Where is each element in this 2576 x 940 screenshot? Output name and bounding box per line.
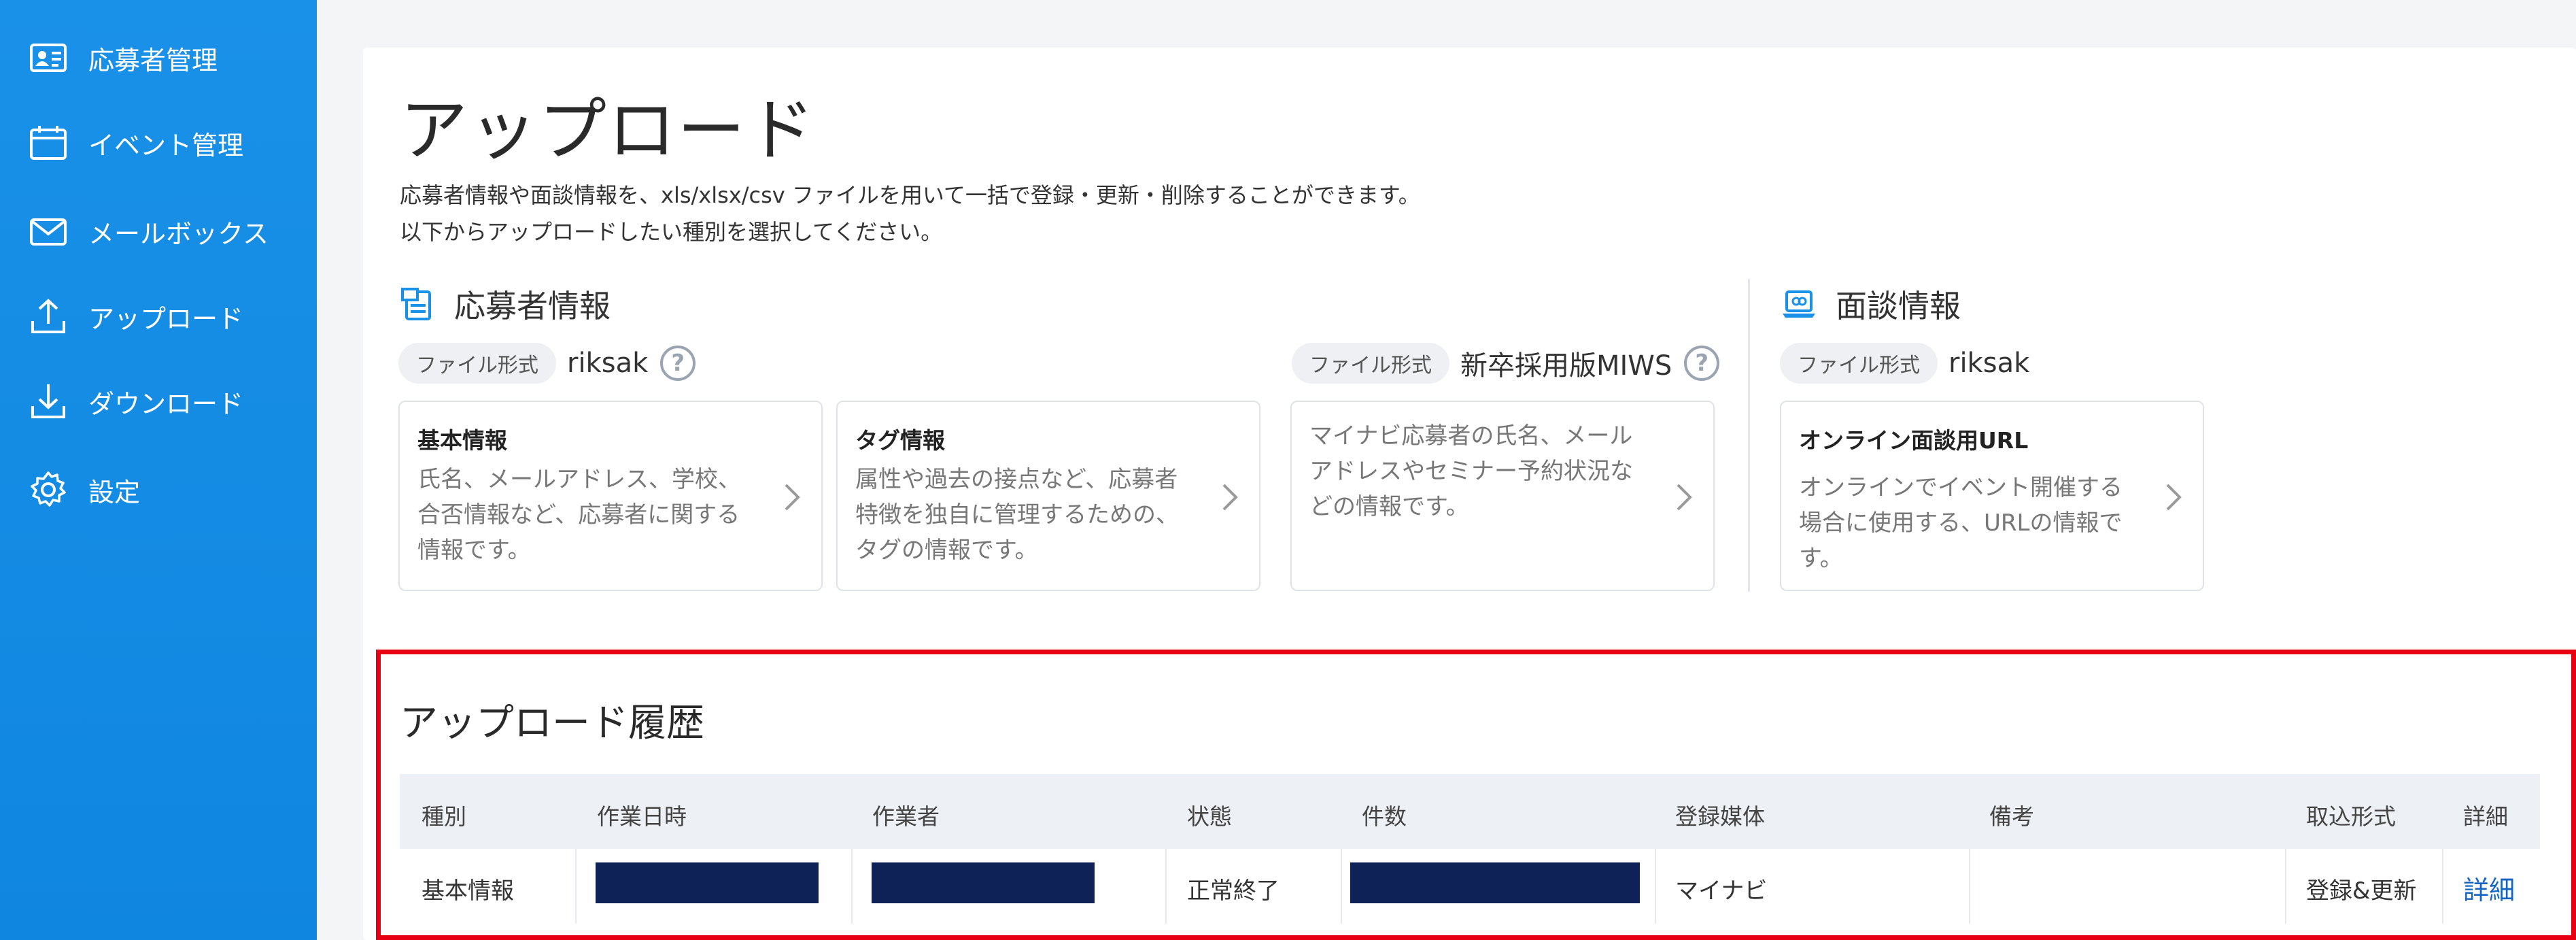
redacted-operator (872, 862, 1095, 903)
help-icon[interactable]: ? (1684, 346, 1720, 381)
file-format-value: riksak (567, 348, 649, 379)
sidebar-item-applicants[interactable]: 応募者管理 (0, 20, 317, 95)
upload-icon (27, 295, 69, 337)
document-icon (401, 288, 431, 320)
card-title: オンライン面談用URL (1799, 427, 2029, 454)
card-description: オンラインでイベント開催する 場合に使用する、URLの情報で す。 (1799, 474, 2123, 572)
column-header-type: 種別 (422, 803, 466, 830)
chevron-right-icon (2166, 484, 2182, 511)
column-separator (2442, 849, 2443, 924)
interview-section-header: 面談情報 (1781, 282, 1961, 326)
sidebar-item-label: ダウンロード (88, 388, 244, 419)
laptop-link-icon (1783, 290, 1815, 318)
sidebar-item-label: アップロード (88, 303, 244, 334)
column-header-media: 登録媒体 (1675, 803, 1765, 830)
file-format-label: ファイル形式 (1780, 343, 1938, 384)
card-description: 属性や過去の接点など、応募者 特徴を独自に管理するための、 タグの情報です。 (855, 466, 1179, 564)
file-format-row: ファイル形式 新卒採用版MIWS ? (1292, 343, 1720, 384)
upload-card-mynavi[interactable]: マイナビ応募者の氏名、メール アドレスやセミナー予約状況な どの情報です。 (1290, 401, 1715, 591)
chevron-right-icon (1222, 484, 1238, 511)
page-title: アップロード (400, 90, 816, 170)
gear-icon (27, 469, 69, 511)
column-separator (1165, 849, 1167, 924)
file-format-row: ファイル形式 riksak ? (398, 343, 696, 384)
history-table-header: 種別 作業日時 作業者 状態 件数 登録媒体 備考 取込形式 詳細 (400, 774, 2540, 849)
table-row: 基本情報 正常終了 マイナビ 登録&更新 詳細 (400, 849, 2540, 924)
applicant-section-header: 応募者情報 (400, 282, 611, 326)
history-title: アップロード履歴 (400, 701, 704, 745)
sidebar-item-download[interactable]: ダウンロード (0, 364, 317, 439)
sidebar-item-label: 設定 (88, 477, 141, 507)
detail-link[interactable]: 詳細 (2463, 869, 2515, 907)
chevron-right-icon (785, 484, 800, 511)
page-description: 応募者情報や面談情報を、xls/xlsx/csv ファイルを用いて一括で登録・更… (400, 182, 1420, 208)
column-header-datetime: 作業日時 (597, 803, 687, 830)
cell-type: 基本情報 (422, 877, 514, 905)
applicant-card-icon (27, 37, 69, 79)
card-description: 氏名、メールアドレス、学校、 合否情報など、応募者に関する 情報です。 (417, 466, 741, 564)
cell-status: 正常終了 (1187, 877, 1280, 905)
card-title: タグ情報 (855, 427, 945, 454)
column-separator (1655, 849, 1656, 924)
page-description: 以下からアップロードしたい種別を選択してください。 (400, 219, 943, 245)
redacted-count (1350, 862, 1640, 903)
file-format-label: ファイル形式 (1292, 343, 1449, 384)
download-icon (27, 380, 69, 422)
redacted-datetime (596, 862, 819, 903)
column-header-operator: 作業者 (872, 803, 940, 830)
help-icon[interactable]: ? (660, 346, 696, 381)
column-separator (575, 849, 577, 924)
mail-icon (27, 210, 69, 252)
column-separator (851, 849, 853, 924)
sidebar-item-events[interactable]: イベント管理 (0, 105, 317, 180)
sidebar-item-settings[interactable]: 設定 (0, 452, 317, 527)
column-header-detail: 詳細 (2463, 803, 2508, 830)
column-header-count: 件数 (1362, 803, 1407, 830)
sidebar-item-label: イベント管理 (88, 130, 244, 161)
file-format-value: 新卒採用版MIWS (1460, 350, 1672, 382)
upload-card-basic-info[interactable]: 基本情報 氏名、メールアドレス、学校、 合否情報など、応募者に関する 情報です。 (398, 401, 823, 591)
section-title: 応募者情報 (454, 288, 611, 324)
cell-media: マイナビ (1675, 877, 1768, 905)
sidebar: 応募者管理 イベント管理 メールボックス アップロード ダウンロード 設定 (0, 0, 317, 940)
section-divider (1748, 279, 1750, 592)
section-title: 面談情報 (1836, 288, 1961, 324)
sidebar-item-label: メールボックス (88, 218, 269, 249)
sidebar-item-upload[interactable]: アップロード (0, 279, 317, 354)
card-title: 基本情報 (417, 427, 507, 454)
chevron-right-icon (1677, 484, 1692, 511)
upload-card-online-interview-url[interactable]: オンライン面談用URL オンラインでイベント開催する 場合に使用する、URLの情… (1780, 401, 2204, 591)
file-format-label: ファイル形式 (398, 343, 556, 384)
column-separator (1969, 849, 1970, 924)
sidebar-item-mailbox[interactable]: メールボックス (0, 194, 317, 269)
column-header-note: 備考 (1989, 803, 2034, 830)
column-separator (1341, 849, 1342, 924)
column-header-import-format: 取込形式 (2306, 803, 2396, 830)
sidebar-item-label: 応募者管理 (88, 45, 218, 75)
upload-card-tag-info[interactable]: タグ情報 属性や過去の接点など、応募者 特徴を独自に管理するための、 タグの情報… (836, 401, 1260, 591)
column-separator (2285, 849, 2286, 924)
file-format-row: ファイル形式 riksak (1780, 343, 2029, 384)
file-format-value: riksak (1948, 348, 2030, 379)
calendar-icon (27, 122, 69, 164)
column-header-status: 状態 (1187, 803, 1232, 830)
cell-import-format: 登録&更新 (2306, 877, 2417, 905)
card-description: マイナビ応募者の氏名、メール アドレスやセミナー予約状況な どの情報です。 (1309, 422, 1633, 520)
